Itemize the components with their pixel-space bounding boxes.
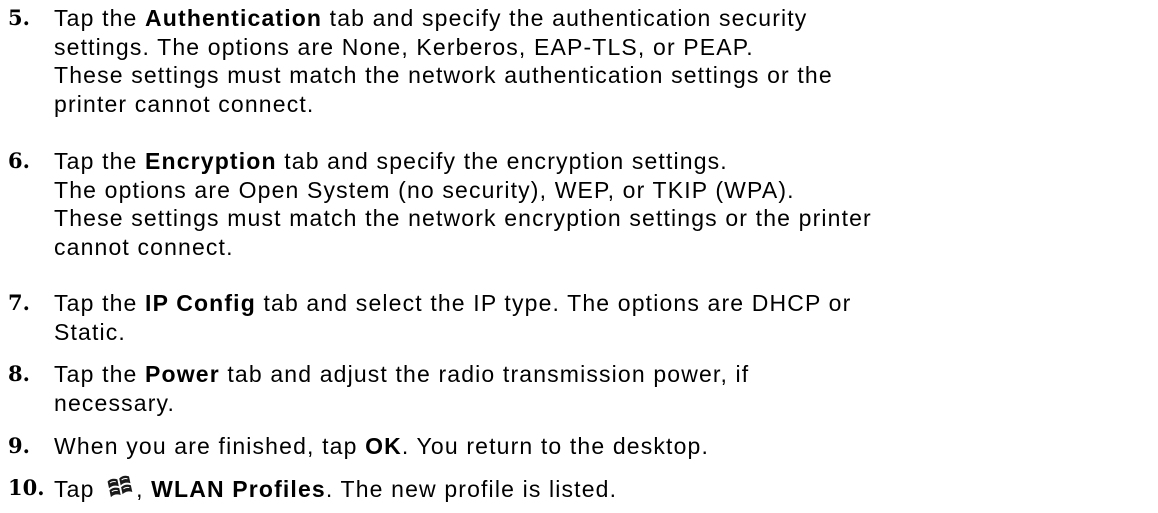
step-line: When you are finished, tap OK. You retur… — [54, 432, 1148, 461]
bold-term-ok: OK — [365, 433, 402, 459]
step-line: Static. — [54, 318, 126, 345]
bold-term-power: Power — [145, 361, 220, 387]
step-6: 6. Tap the Encryption tab and specify th… — [8, 147, 1148, 261]
text-segment: tab and specify the authentication secur… — [322, 5, 808, 31]
bold-term-encryption: Encryption — [145, 148, 277, 174]
step-line: These settings must match the network au… — [54, 62, 833, 88]
step-line: cannot connect. — [54, 233, 234, 260]
step-number: 9. — [8, 433, 30, 458]
text-segment: tab and adjust the radio transmission po… — [219, 361, 750, 387]
step-line: Tap , WLAN Profiles. The new profile is … — [54, 474, 1148, 504]
step-number: 10. — [8, 475, 45, 500]
step-text: Tap the IP Config tab and select the IP … — [54, 289, 1148, 346]
step-line: Tap the IP Config tab and select the IP … — [54, 289, 1148, 318]
step-text: Tap , WLAN Profiles. The new profile is … — [54, 474, 1148, 504]
text-segment: . You return to the desktop. — [401, 433, 709, 459]
text-segment: Tap the — [54, 361, 146, 387]
step-number: 8. — [8, 361, 30, 386]
start-menu-icon — [106, 474, 134, 500]
step-7: 7. Tap the IP Config tab and select the … — [8, 289, 1148, 346]
step-9: 9. When you are finished, tap OK. You re… — [8, 432, 1148, 461]
step-line: Tap the Encryption tab and specify the e… — [54, 147, 1148, 176]
step-line: printer cannot connect. — [54, 90, 315, 117]
step-number: 7. — [8, 290, 30, 315]
text-segment: , — [136, 476, 152, 502]
step-line: necessary. — [54, 389, 176, 416]
step-text: Tap the Authentication tab and specify t… — [54, 4, 1148, 118]
step-line: Tap the Authentication tab and specify t… — [54, 4, 1148, 33]
step-line: Tap the Power tab and adjust the radio t… — [54, 360, 1148, 389]
step-line: The options are Open System (no security… — [54, 176, 795, 203]
step-5: 5. Tap the Authentication tab and specif… — [8, 4, 1148, 118]
text-segment: Tap the — [54, 5, 146, 31]
text-segment: Tap the — [54, 290, 146, 316]
text-segment: tab and select the IP type. The options … — [255, 290, 852, 316]
step-text: Tap the Power tab and adjust the radio t… — [54, 360, 1148, 417]
step-number: 6. — [8, 148, 30, 173]
text-segment: . The new profile is listed. — [325, 476, 618, 502]
step-line: These settings must match the network en… — [54, 205, 872, 231]
step-text: Tap the Encryption tab and specify the e… — [54, 147, 1148, 261]
text-segment: Tap — [54, 476, 103, 502]
document-page: 5. Tap the Authentication tab and specif… — [0, 0, 1158, 513]
bold-term-ip-config: IP Config — [145, 290, 256, 316]
text-segment: tab and specify the encryption settings. — [276, 148, 728, 174]
step-line: settings. The options are None, Kerberos… — [54, 33, 754, 60]
step-number: 5. — [8, 5, 30, 30]
text-segment: When you are finished, tap — [54, 433, 366, 459]
text-segment: Tap the — [54, 148, 146, 174]
bold-term-wlan-profiles: WLAN Profiles — [151, 476, 326, 502]
step-10: 10. Tap , WLAN Profiles. The new profile… — [8, 474, 1148, 504]
bold-term-authentication: Authentication — [145, 5, 323, 31]
step-8: 8. Tap the Power tab and adjust the radi… — [8, 360, 1148, 417]
step-text: When you are finished, tap OK. You retur… — [54, 432, 1148, 461]
